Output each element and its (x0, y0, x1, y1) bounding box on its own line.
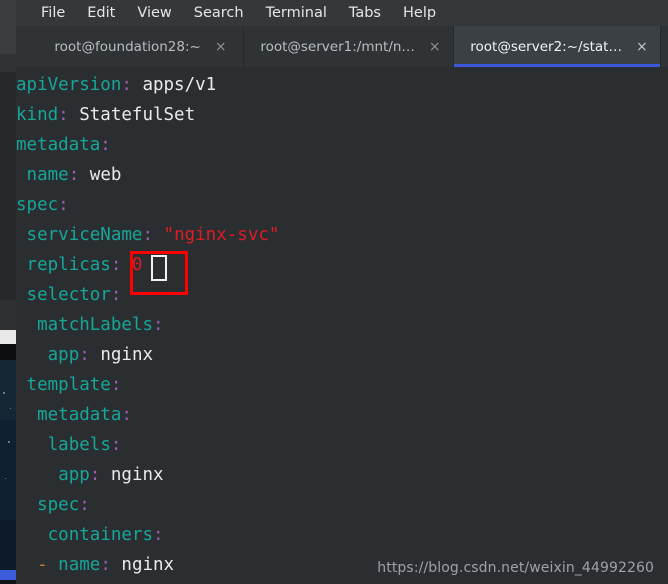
tab-label: root@foundation28:~ (54, 38, 201, 55)
menu-item-terminal[interactable]: Terminal (255, 0, 338, 26)
desktop-background-sliver (0, 0, 16, 584)
tab-bar-right-spacer (661, 26, 668, 67)
yaml-line: image: nginx (16, 580, 668, 584)
yaml-line: matchLabels: (37, 315, 164, 335)
menu-item-help[interactable]: Help (392, 0, 447, 26)
menu-item-tabs[interactable]: Tabs (338, 0, 392, 26)
menu-item-file[interactable]: File (30, 0, 76, 26)
yaml-line: metadata: (37, 405, 132, 425)
yaml-line: serviceName: "nginx-svc" (26, 225, 280, 245)
tab-bar-left-spacer (16, 26, 34, 67)
yaml-line: spec: (37, 495, 90, 515)
yaml-line: containers: (47, 525, 164, 545)
menu-bar: File Edit View Search Terminal Tabs Help (16, 0, 668, 26)
terminal-content-area[interactable]: apiVersion: apps/v1 kind: StatefulSet meta… (16, 67, 668, 584)
terminal-screenshot: File Edit View Search Terminal Tabs Help… (0, 0, 668, 584)
yaml-line: app: nginx (58, 465, 164, 485)
terminal-window: File Edit View Search Terminal Tabs Help… (16, 0, 668, 584)
tab-bar: root@foundation28:~ × root@server1:/mnt/… (16, 26, 668, 67)
yaml-line: apiVersion: apps/v1 (16, 75, 217, 95)
close-icon[interactable]: × (429, 40, 441, 54)
yaml-line: metadata: (16, 135, 111, 155)
tab-server1-mnt[interactable]: root@server1:/mnt/n… × (244, 26, 454, 67)
yaml-line: name: web (26, 165, 122, 185)
close-icon[interactable]: × (636, 40, 648, 54)
tab-foundation28[interactable]: root@foundation28:~ × (34, 26, 244, 67)
yaml-document[interactable]: apiVersion: apps/v1 kind: StatefulSet meta… (16, 70, 668, 584)
yaml-line: kind: StatefulSet (16, 105, 196, 125)
yaml-line: replicas: 0 (26, 255, 143, 275)
watermark-url: https://blog.csdn.net/weixin_44992260 (377, 560, 654, 576)
menu-item-search[interactable]: Search (183, 0, 255, 26)
yaml-line: selector: (26, 285, 122, 305)
tab-label: root@server1:/mnt/n… (260, 38, 415, 55)
tab-server2-statefulset[interactable]: root@server2:~/stat… × (454, 26, 661, 67)
text-cursor (151, 255, 167, 281)
yaml-line: spec: (16, 195, 69, 215)
menu-item-view[interactable]: View (126, 0, 182, 26)
yaml-line: app: nginx (47, 345, 154, 365)
menu-item-edit[interactable]: Edit (76, 0, 126, 26)
yaml-line: labels: (47, 435, 122, 455)
tab-label: root@server2:~/stat… (470, 38, 622, 55)
yaml-line: template: (26, 375, 122, 395)
close-icon[interactable]: × (215, 40, 227, 54)
